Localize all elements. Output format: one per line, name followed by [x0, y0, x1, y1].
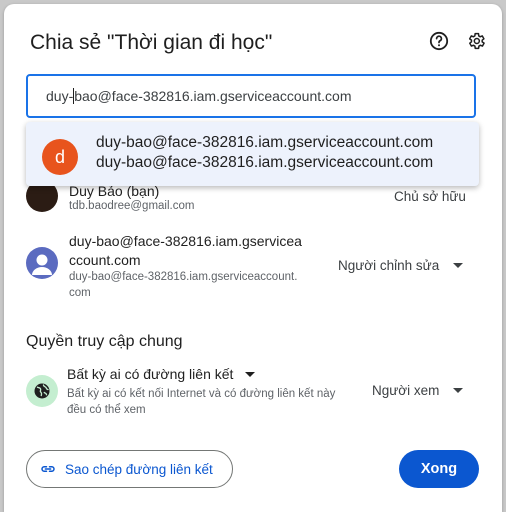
help-icon[interactable] [428, 30, 450, 52]
suggestion-primary: duy-bao@face-382816.iam.gserviceaccount.… [96, 134, 434, 151]
link-access-dropdown[interactable]: Bất kỳ ai có đường liên kết [67, 366, 256, 382]
editor-role-label: Người chỉnh sửa [338, 258, 440, 273]
globe-icon [26, 375, 58, 407]
chevron-down-icon [453, 388, 464, 393]
suggestion-item[interactable]: d duy-bao@face-382816.iam.gserviceaccoun… [26, 122, 479, 186]
copy-link-label: Sao chép đường liên kết [65, 461, 213, 477]
owner-role-label: Chủ sở hữu [394, 189, 466, 204]
general-access-title: Quyền truy cập chung [26, 333, 183, 350]
person-name-line1: duy-bao@face-382816.iam.gservicea [69, 233, 302, 249]
link-icon [41, 466, 55, 472]
person-email-line2: com [69, 287, 91, 299]
gear-icon[interactable] [465, 30, 487, 52]
access-description-line2: đều có thể xem [67, 404, 146, 416]
suggestion-avatar: d [42, 139, 78, 175]
editor-role-dropdown[interactable]: Người chỉnh sửa [338, 258, 464, 273]
search-input-value-after: bao@face-382816.iam.gserviceaccount.com [74, 88, 352, 104]
add-people-input[interactable]: duy-bao@face-382816.iam.gserviceaccount.… [26, 74, 476, 118]
person-email: tdb.baodree@gmail.com [69, 200, 195, 212]
viewer-role-label: Người xem [372, 383, 440, 398]
person-name-line2: ccount.com [69, 252, 141, 268]
dialog-title: Chia sẻ "Thời gian đi học" [30, 31, 273, 54]
link-access-label: Bất kỳ ai có đường liên kết [67, 366, 234, 382]
chevron-down-icon [453, 263, 464, 268]
share-dialog: Chia sẻ "Thời gian đi học" duy-bao@face-… [4, 4, 502, 512]
search-input-value-before: duy- [46, 88, 74, 104]
viewer-role-dropdown[interactable]: Người xem [372, 383, 464, 398]
person-email-line1: duy-bao@face-382816.iam.gserviceaccount. [69, 271, 298, 283]
access-description-line1: Bất kỳ ai có kết nối Internet và có đườn… [67, 388, 336, 400]
done-button[interactable]: Xong [399, 450, 479, 488]
avatar-service-account [26, 247, 58, 279]
chevron-down-icon [245, 371, 256, 377]
copy-link-button[interactable]: Sao chép đường liên kết [26, 450, 233, 488]
suggestion-secondary: duy-bao@face-382816.iam.gserviceaccount.… [96, 154, 434, 171]
